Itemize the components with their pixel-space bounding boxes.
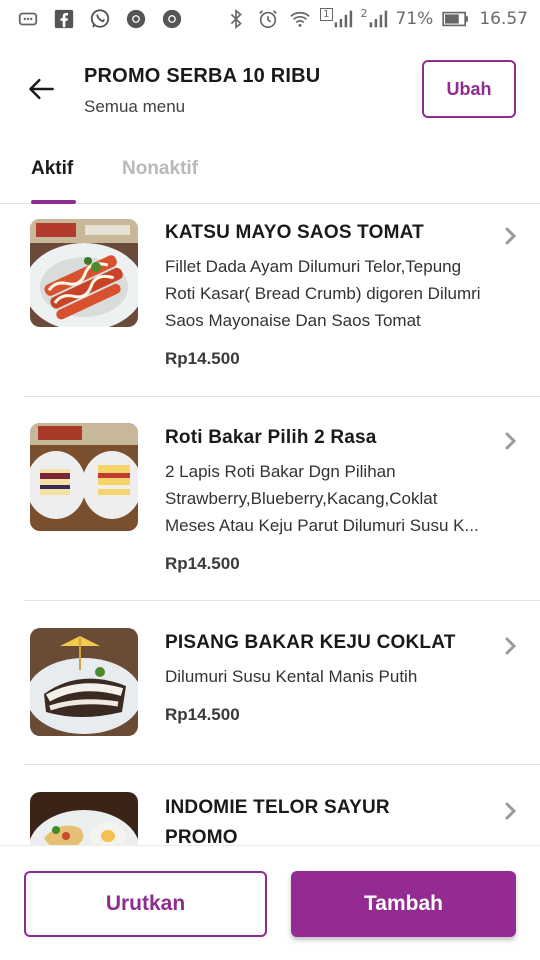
item-description-line: Strawberry,Blueberry,Kacang,Coklat — [165, 489, 438, 508]
item-description-line: Saos Mayonaise Dan Saos Tomat — [165, 311, 421, 330]
item-price: Rp14.500 — [165, 705, 240, 724]
wifi-icon — [288, 7, 312, 31]
alarm-icon — [256, 7, 280, 31]
chevron-right-icon[interactable] — [504, 801, 518, 821]
battery-percent: 71% — [395, 9, 434, 29]
page-title: PROMO SERBA 10 RIBU — [84, 65, 321, 87]
tab-active[interactable]: Aktif — [31, 158, 73, 180]
bottom-action-bar: Urutkan Tambah — [0, 845, 540, 960]
item-description-line: Dilumuri Susu Kental Manis Putih — [165, 667, 418, 686]
facebook-icon — [52, 7, 76, 31]
item-name: KATSU MAYO SAOS TOMAT — [165, 222, 424, 243]
message-icon — [16, 7, 40, 31]
battery-icon — [441, 7, 471, 31]
signal-icon: 2 — [361, 8, 388, 30]
chevron-right-icon[interactable] — [504, 226, 518, 246]
chevron-right-icon[interactable] — [504, 636, 518, 656]
bluetooth-icon — [224, 7, 248, 31]
add-button[interactable]: Tambah — [291, 871, 516, 937]
item-description-line: Meses Atau Keju Parut Dilumuri Susu K... — [165, 516, 479, 535]
item-price: Rp14.500 — [165, 554, 240, 573]
status-bar: 1 2 71% 16.57 — [0, 0, 540, 38]
list-item[interactable]: Roti Bakar Pilih 2 Rasa 2 Lapis Roti Bak… — [0, 397, 540, 601]
sort-button[interactable]: Urutkan — [24, 871, 267, 937]
item-price: Rp14.500 — [165, 349, 240, 368]
list-item[interactable]: INDOMIE TELOR SAYUR PROMO — [0, 765, 540, 845]
whatsapp-icon — [88, 7, 112, 31]
item-description-line: Fillet Dada Ayam Dilumuri Telor,Tepung — [165, 257, 462, 276]
tab-inactive[interactable]: Nonaktif — [122, 158, 198, 180]
chrome-icon — [124, 7, 148, 31]
app-bar: PROMO SERBA 10 RIBU Semua menu Ubah — [0, 38, 540, 142]
item-name: Roti Bakar Pilih 2 Rasa — [165, 427, 377, 448]
list-item[interactable]: PISANG BAKAR KEJU COKLAT Dilumuri Susu K… — [0, 601, 540, 765]
food-photo — [30, 628, 138, 736]
food-photo — [30, 219, 138, 327]
item-name-line: PROMO — [165, 827, 238, 845]
food-photo — [30, 792, 138, 845]
edit-button[interactable]: Ubah — [422, 60, 516, 118]
tab-bar: Aktif Nonaktif — [0, 142, 540, 204]
item-name: PISANG BAKAR KEJU COKLAT — [165, 632, 456, 653]
chrome-icon — [160, 7, 184, 31]
back-button[interactable] — [24, 74, 60, 104]
clock: 16.57 — [479, 9, 528, 29]
signal-icon: 1 — [320, 8, 352, 30]
chevron-right-icon[interactable] — [504, 431, 518, 451]
list-item[interactable]: KATSU MAYO SAOS TOMAT Fillet Dada Ayam D… — [0, 204, 540, 397]
arrow-left-icon — [29, 78, 54, 100]
item-description-line: Roti Kasar( Bread Crumb) digoren Dilumri — [165, 284, 481, 303]
item-name-line: INDOMIE TELOR SAYUR — [165, 797, 390, 818]
food-photo — [30, 423, 138, 531]
page-titles: PROMO SERBA 10 RIBU Semua menu — [84, 65, 320, 117]
item-description-line: 2 Lapis Roti Bakar Dgn Pilihan — [165, 462, 396, 481]
page-subtitle: Semua menu — [84, 97, 186, 116]
menu-list: KATSU MAYO SAOS TOMAT Fillet Dada Ayam D… — [0, 204, 540, 845]
